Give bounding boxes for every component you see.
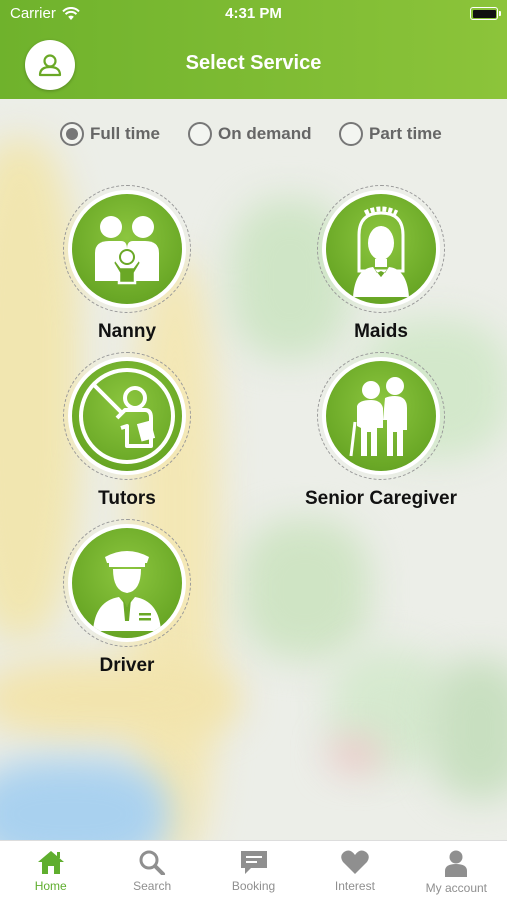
page-title: Select Service <box>185 52 322 74</box>
tab-booking[interactable]: Booking <box>203 841 304 900</box>
service-label: Tutors <box>98 488 156 509</box>
service-label: Nanny <box>97 321 157 342</box>
radio-label: On demand <box>218 124 312 143</box>
service-label: Driver <box>99 655 155 676</box>
tab-interest[interactable]: Interest <box>304 841 405 900</box>
status-time: 4:31 PM <box>225 5 282 22</box>
person-icon <box>445 850 468 877</box>
service-label: Maids <box>354 321 408 342</box>
radio-full-time[interactable]: Full time <box>60 122 160 146</box>
radio-on-demand[interactable]: On demand <box>188 122 312 146</box>
service-senior-caregiver[interactable]: Senior Caregiver <box>296 352 466 510</box>
heart-icon <box>341 850 369 874</box>
search-icon <box>139 850 166 875</box>
service-label: Senior Caregiver <box>304 488 458 509</box>
tab-label: Booking <box>231 879 276 893</box>
tab-label: My account <box>425 881 487 895</box>
service-nanny[interactable]: Nanny <box>42 185 212 343</box>
chat-icon <box>240 851 267 874</box>
app-header: Carrier 4:31 PM Select Service <box>0 0 507 99</box>
service-tutors[interactable]: Tutors <box>42 352 212 510</box>
bottom-tab-bar: Home Search Booking Interest My account <box>0 840 507 900</box>
tab-search[interactable]: Search <box>101 841 202 900</box>
employment-type-group: Full time On demand Part time <box>0 122 507 148</box>
radio-label: Part time <box>369 124 442 143</box>
radio-label: Full time <box>90 124 160 143</box>
family-icon <box>95 216 159 285</box>
driver-icon <box>93 551 161 631</box>
status-bar: Carrier 4:31 PM <box>0 0 507 28</box>
tutor-icon <box>79 368 175 464</box>
service-driver[interactable]: Driver <box>42 519 212 677</box>
tab-label: Interest <box>334 879 375 893</box>
service-maids[interactable]: Maids <box>296 185 466 343</box>
tab-home[interactable]: Home <box>0 841 101 900</box>
battery-icon <box>470 7 501 20</box>
tab-label: Search <box>133 879 172 893</box>
home-icon <box>37 851 64 874</box>
senior-caregiver-icon <box>349 377 407 457</box>
maid-icon <box>353 206 409 297</box>
radio-part-time[interactable]: Part time <box>339 122 442 146</box>
radio-circle <box>339 122 363 146</box>
tab-my-account[interactable]: My account <box>406 841 507 900</box>
tab-label: Home <box>34 879 67 893</box>
radio-circle <box>60 122 84 146</box>
radio-circle <box>188 122 212 146</box>
